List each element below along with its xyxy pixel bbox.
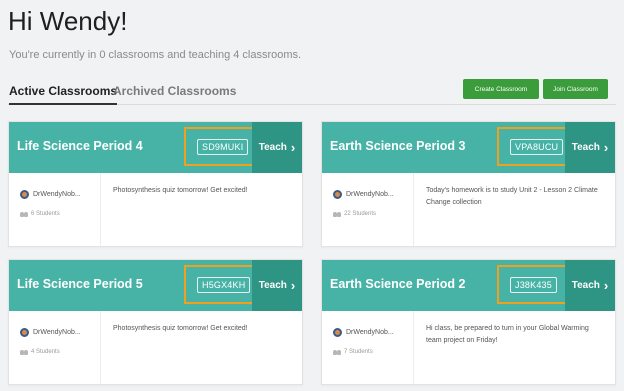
code-highlight: SD9MUKI xyxy=(184,127,256,166)
classroom-card: Earth Science Period 2 J38K435 Teach › D… xyxy=(321,259,616,385)
code-highlight: H5GX4KH xyxy=(184,265,256,304)
divider xyxy=(100,311,101,384)
teacher-name: DrWendyNob... xyxy=(346,191,394,198)
teach-button[interactable]: Teach › xyxy=(565,122,615,173)
class-code: VPA8UCU xyxy=(510,139,564,155)
classroom-card-header: Life Science Period 4 SD9MUKI Teach › xyxy=(9,122,302,173)
class-message: Today's homework is to study Unit 2 - Le… xyxy=(426,187,598,206)
classroom-title[interactable]: Life Science Period 4 xyxy=(17,139,143,153)
student-count-label: 4 Students xyxy=(31,349,60,355)
class-message: Photosynthesis quiz tomorrow! Get excite… xyxy=(113,325,248,332)
people-icon xyxy=(20,349,28,355)
student-count-label: 7 Students xyxy=(344,349,373,355)
classroom-card-body: DrWendyNob... 6 Students Photosynthesis … xyxy=(9,173,302,246)
student-count: 6 Students xyxy=(20,211,60,217)
page-title: Hi Wendy! xyxy=(8,6,128,36)
teach-label: Teach xyxy=(571,142,600,153)
classroom-card: Earth Science Period 3 VPA8UCU Teach › D… xyxy=(321,121,616,247)
student-count-label: 22 Students xyxy=(344,211,377,217)
people-icon xyxy=(333,349,341,355)
student-count: 4 Students xyxy=(20,349,60,355)
teach-button[interactable]: Teach › xyxy=(252,122,302,173)
teacher-info: DrWendyNob... xyxy=(20,328,81,337)
join-classroom-button[interactable]: Join Classroom xyxy=(543,79,608,99)
code-highlight: J38K435 xyxy=(497,265,569,304)
chevron-right-icon: › xyxy=(290,140,296,155)
teach-label: Teach xyxy=(258,142,287,153)
class-code: H5GX4KH xyxy=(197,277,251,293)
classroom-card-body: DrWendyNob... 4 Students Photosynthesis … xyxy=(9,311,302,384)
page-subtitle: You're currently in 0 classrooms and tea… xyxy=(9,49,302,61)
classroom-card-header: Earth Science Period 3 VPA8UCU Teach › xyxy=(322,122,615,173)
avatar xyxy=(333,328,342,337)
divider xyxy=(100,173,101,246)
classroom-title[interactable]: Earth Science Period 2 xyxy=(330,277,465,291)
student-count: 7 Students xyxy=(333,349,373,355)
classroom-title[interactable]: Life Science Period 5 xyxy=(17,277,143,291)
teach-button[interactable]: Teach › xyxy=(565,260,615,311)
divider xyxy=(413,311,414,384)
teacher-name: DrWendyNob... xyxy=(33,191,81,198)
classroom-card: Life Science Period 5 H5GX4KH Teach › Dr… xyxy=(8,259,303,385)
tab-archived-classrooms[interactable]: Archived Classrooms xyxy=(113,84,236,98)
teach-label: Teach xyxy=(571,280,600,291)
chevron-right-icon: › xyxy=(603,278,609,293)
people-icon xyxy=(333,211,341,217)
class-message: Hi class, be prepared to turn in your Gl… xyxy=(426,325,589,344)
classroom-card-header: Earth Science Period 2 J38K435 Teach › xyxy=(322,260,615,311)
teacher-name: DrWendyNob... xyxy=(33,329,81,336)
tab-active-classrooms[interactable]: Active Classrooms xyxy=(9,84,118,105)
divider xyxy=(413,173,414,246)
classroom-card: Life Science Period 4 SD9MUKI Teach › Dr… xyxy=(8,121,303,247)
teacher-info: DrWendyNob... xyxy=(333,328,394,337)
create-classroom-button[interactable]: Create Classroom xyxy=(463,79,539,99)
teacher-info: DrWendyNob... xyxy=(20,190,81,199)
class-code: SD9MUKI xyxy=(197,139,249,155)
class-code: J38K435 xyxy=(510,277,557,293)
classroom-card-header: Life Science Period 5 H5GX4KH Teach › xyxy=(9,260,302,311)
teacher-name: DrWendyNob... xyxy=(346,329,394,336)
classroom-title[interactable]: Earth Science Period 3 xyxy=(330,139,465,153)
chevron-right-icon: › xyxy=(603,140,609,155)
classroom-card-body: DrWendyNob... 7 Students Hi class, be pr… xyxy=(322,311,615,384)
teach-label: Teach xyxy=(258,280,287,291)
teacher-info: DrWendyNob... xyxy=(333,190,394,199)
teach-button[interactable]: Teach › xyxy=(252,260,302,311)
code-highlight: VPA8UCU xyxy=(497,127,569,166)
student-count-label: 6 Students xyxy=(31,211,60,217)
classroom-card-body: DrWendyNob... 22 Students Today's homewo… xyxy=(322,173,615,246)
avatar xyxy=(20,328,29,337)
chevron-right-icon: › xyxy=(290,278,296,293)
student-count: 22 Students xyxy=(333,211,376,217)
class-message: Photosynthesis quiz tomorrow! Get excite… xyxy=(113,187,248,194)
people-icon xyxy=(20,211,28,217)
avatar xyxy=(333,190,342,199)
avatar xyxy=(20,190,29,199)
